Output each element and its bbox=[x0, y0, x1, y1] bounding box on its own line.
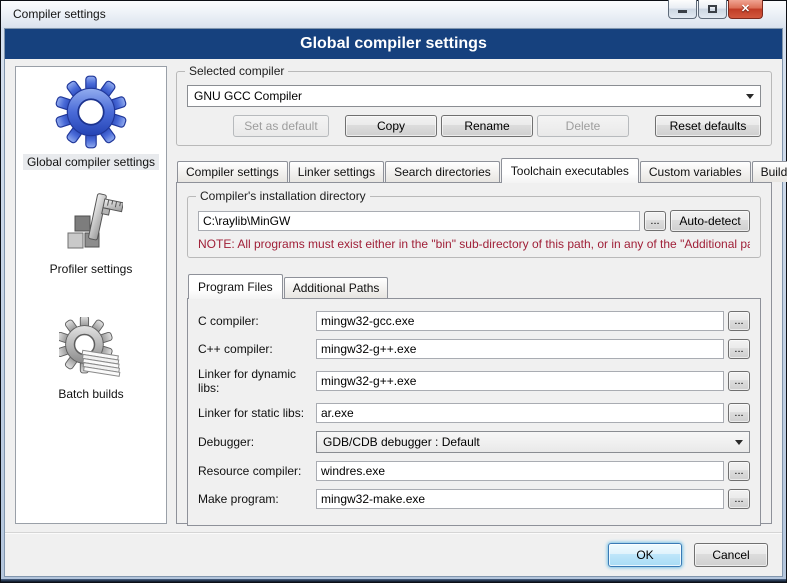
rename-button[interactable]: Rename bbox=[441, 115, 533, 137]
installation-directory-group-label: Compiler's installation directory bbox=[196, 189, 370, 203]
tab-linker-settings[interactable]: Linker settings bbox=[289, 161, 384, 182]
browse-button[interactable]: ... bbox=[728, 371, 750, 391]
tab-compiler-settings[interactable]: Compiler settings bbox=[177, 161, 288, 182]
selected-compiler-group: Selected compiler GNU GCC Compiler Set a… bbox=[176, 71, 772, 146]
settings-tabstrip: Compiler settings Linker settings Search… bbox=[176, 158, 772, 182]
field-label: C++ compiler: bbox=[198, 342, 316, 356]
sidebar-item-label: Batch builds bbox=[54, 386, 127, 402]
window-title: Compiler settings bbox=[13, 7, 106, 21]
browse-button[interactable]: ... bbox=[728, 311, 750, 331]
field-row-debugger: Debugger: GDB/CDB debugger : Default bbox=[198, 431, 750, 453]
field-row-linker-static: Linker for static libs: ... bbox=[198, 403, 750, 423]
chevron-down-icon bbox=[746, 94, 754, 103]
dialog-client: Global compiler settings bbox=[4, 28, 783, 577]
browse-button[interactable]: ... bbox=[644, 211, 666, 231]
c-compiler-input[interactable] bbox=[316, 311, 724, 331]
sidebar-item-label: Profiler settings bbox=[46, 261, 137, 277]
field-row-c-compiler: C compiler: ... bbox=[198, 311, 750, 331]
category-list: Global compiler settings bbox=[15, 66, 167, 524]
sidebar-item-label: Global compiler settings bbox=[23, 154, 159, 170]
installation-directory-group: Compiler's installation directory ... Au… bbox=[187, 196, 761, 258]
maximize-icon bbox=[708, 5, 717, 13]
tab-build-options[interactable]: Build options bbox=[752, 161, 787, 182]
window-bottom-edge bbox=[1, 579, 786, 582]
cancel-button[interactable]: Cancel bbox=[694, 543, 768, 567]
linker-static-input[interactable] bbox=[316, 403, 724, 423]
programs-subtabstrip: Program Files Additional Paths bbox=[187, 274, 761, 298]
field-label: Linker for static libs: bbox=[198, 406, 316, 420]
gray-gear-icon bbox=[59, 317, 123, 381]
field-label: Linker for dynamic libs: bbox=[198, 367, 316, 395]
field-label: Debugger: bbox=[198, 435, 316, 449]
browse-button[interactable]: ... bbox=[728, 339, 750, 359]
maximize-button[interactable] bbox=[698, 0, 727, 19]
dialog-header: Global compiler settings bbox=[5, 29, 782, 59]
field-label: Make program: bbox=[198, 492, 316, 506]
window-controls: ✕ bbox=[667, 0, 763, 19]
cpp-compiler-input[interactable] bbox=[316, 339, 724, 359]
auto-detect-button[interactable]: Auto-detect bbox=[670, 210, 750, 232]
sidebar-item-profiler-settings[interactable]: Profiler settings bbox=[46, 192, 137, 277]
field-label: Resource compiler: bbox=[198, 464, 316, 478]
browse-button[interactable]: ... bbox=[728, 461, 750, 481]
linker-dynamic-input[interactable] bbox=[316, 371, 724, 391]
field-row-make-program: Make program: ... bbox=[198, 489, 750, 509]
selected-compiler-group-label: Selected compiler bbox=[185, 64, 288, 78]
delete-button[interactable]: Delete bbox=[537, 115, 629, 137]
program-files-panel: C compiler: ... C++ compiler: ... Linker… bbox=[187, 298, 761, 526]
debugger-select-value: GDB/CDB debugger : Default bbox=[323, 435, 480, 449]
field-row-cpp-compiler: C++ compiler: ... bbox=[198, 339, 750, 359]
minimize-button[interactable] bbox=[668, 0, 697, 19]
reset-defaults-button[interactable]: Reset defaults bbox=[655, 115, 761, 137]
dialog-header-title: Global compiler settings bbox=[300, 35, 487, 53]
copy-button[interactable]: Copy bbox=[345, 115, 437, 137]
compiler-select-value: GNU GCC Compiler bbox=[194, 89, 302, 103]
note-text: NOTE: All programs must exist either in … bbox=[198, 237, 750, 251]
chevron-down-icon bbox=[735, 440, 743, 449]
subtab-program-files[interactable]: Program Files bbox=[188, 274, 283, 299]
close-button[interactable]: ✕ bbox=[728, 0, 763, 19]
browse-button[interactable]: ... bbox=[728, 489, 750, 509]
make-program-input[interactable] bbox=[316, 489, 724, 509]
set-as-default-button[interactable]: Set as default bbox=[233, 115, 329, 137]
sidebar-item-batch-builds[interactable]: Batch builds bbox=[54, 317, 127, 402]
tab-search-directories[interactable]: Search directories bbox=[385, 161, 500, 182]
resource-compiler-input[interactable] bbox=[316, 461, 724, 481]
minimize-icon bbox=[678, 10, 687, 13]
debugger-select[interactable]: GDB/CDB debugger : Default bbox=[316, 431, 750, 453]
compiler-settings-window: Compiler settings ✕ Global compiler sett… bbox=[0, 0, 787, 583]
blue-gear-icon bbox=[54, 75, 128, 149]
sidebar-item-global-compiler-settings[interactable]: Global compiler settings bbox=[23, 75, 159, 170]
toolchain-executables-panel: Compiler's installation directory ... Au… bbox=[176, 182, 772, 524]
dialog-footer: OK Cancel bbox=[5, 532, 782, 576]
subtab-additional-paths[interactable]: Additional Paths bbox=[284, 277, 389, 298]
compiler-select[interactable]: GNU GCC Compiler bbox=[187, 85, 761, 107]
tab-custom-variables[interactable]: Custom variables bbox=[640, 161, 751, 182]
browse-button[interactable]: ... bbox=[728, 403, 750, 423]
close-icon: ✕ bbox=[741, 4, 750, 15]
caliper-icon bbox=[59, 192, 123, 256]
tab-toolchain-executables[interactable]: Toolchain executables bbox=[501, 158, 639, 183]
ok-button[interactable]: OK bbox=[608, 543, 682, 567]
field-row-resource-compiler: Resource compiler: ... bbox=[198, 461, 750, 481]
field-label: C compiler: bbox=[198, 314, 316, 328]
installation-directory-input[interactable] bbox=[198, 211, 640, 231]
field-row-linker-dynamic: Linker for dynamic libs: ... bbox=[198, 367, 750, 395]
